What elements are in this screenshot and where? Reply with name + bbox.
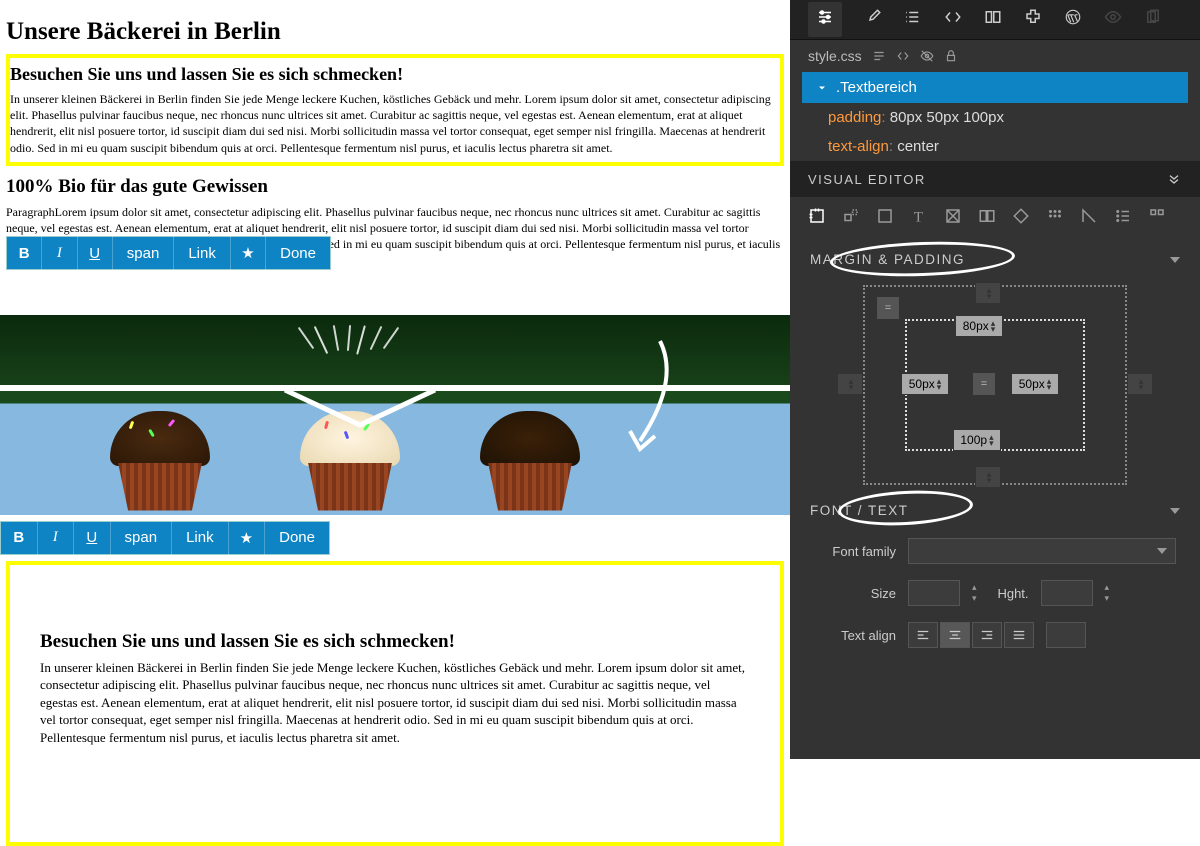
dots-icon[interactable]: [1046, 207, 1064, 230]
tool-icon-row: T: [790, 197, 1200, 240]
sliders-icon[interactable]: [808, 2, 842, 37]
line-height-input[interactable]: [1041, 580, 1093, 606]
font-size-input[interactable]: [908, 580, 960, 606]
star-button[interactable]: ★: [231, 236, 266, 270]
star-button[interactable]: ★: [229, 521, 266, 555]
code-icon[interactable]: [944, 8, 962, 31]
list-icon[interactable]: [904, 8, 922, 31]
italic-button[interactable]: I: [38, 521, 75, 555]
align-left-button[interactable]: [908, 622, 938, 648]
link-button[interactable]: Link: [172, 521, 229, 555]
textbereich-highlight-2[interactable]: Besuchen Sie uns und lassen Sie es sich …: [6, 561, 784, 846]
span-button[interactable]: span: [111, 521, 173, 555]
position-icon[interactable]: [842, 207, 860, 230]
align-center-button[interactable]: [940, 622, 970, 648]
brush-icon[interactable]: [864, 8, 882, 31]
align-extra-input[interactable]: [1046, 622, 1086, 648]
padding-right-input[interactable]: 50px▴▾: [1011, 373, 1059, 395]
padding-top-input[interactable]: 80px▴▾: [955, 315, 1003, 337]
wordpress-icon[interactable]: [1064, 8, 1082, 31]
eye-icon[interactable]: [1104, 8, 1122, 31]
margin-link-toggle[interactable]: =: [877, 297, 899, 319]
margin-right-input[interactable]: ▴▾: [1127, 373, 1153, 395]
underline-button[interactable]: U: [74, 521, 111, 555]
visual-editor-header[interactable]: VISUAL EDITOR: [790, 161, 1200, 197]
collapse-icon[interactable]: [1166, 171, 1182, 187]
code-small-icon[interactable]: [896, 49, 910, 63]
annotation-chevron: [280, 385, 440, 435]
chevron-down-icon: [1170, 257, 1180, 263]
folder-icon[interactable]: [984, 8, 1002, 31]
subheading-3[interactable]: Besuchen Sie uns und lassen Sie es sich …: [40, 631, 750, 653]
list-bullet-icon[interactable]: [1114, 207, 1132, 230]
margin-top-input[interactable]: ▴▾: [975, 282, 1001, 304]
text-align-row: Text align: [790, 614, 1200, 656]
body-text-1[interactable]: In unserer kleinen Bäckerei in Berlin fi…: [10, 91, 780, 156]
angle-icon[interactable]: [1080, 207, 1098, 230]
diamond-icon[interactable]: [1012, 207, 1030, 230]
columns-icon[interactable]: [978, 207, 996, 230]
done-button[interactable]: Done: [266, 236, 330, 270]
css-rule-padding[interactable]: padding: 80px 50px 100px: [802, 103, 1188, 132]
padding-link-toggle[interactable]: =: [973, 373, 995, 395]
lock-icon[interactable]: [944, 49, 958, 63]
chevron-down-icon: [816, 82, 828, 94]
text-icon[interactable]: T: [910, 207, 928, 230]
chevron-down-icon: [1170, 508, 1180, 514]
copy-icon[interactable]: [1144, 8, 1162, 31]
bold-button[interactable]: B: [7, 236, 42, 270]
textbereich-highlight-1[interactable]: Besuchen Sie uns und lassen Sie es sich …: [6, 54, 784, 166]
align-justify-button[interactable]: [1004, 622, 1034, 648]
page-title: Unsere Bäckerei in Berlin: [6, 18, 790, 46]
text-toolbar-2: B I U span Link ★ Done: [0, 521, 330, 555]
subheading-1[interactable]: Besuchen Sie uns und lassen Sie es sich …: [10, 64, 780, 85]
eye-off-icon[interactable]: [920, 49, 934, 63]
subheading-2[interactable]: 100% Bio für das gute Gewissen: [6, 176, 784, 198]
margin-left-input[interactable]: ▴▾: [837, 373, 863, 395]
list-lines-icon[interactable]: [872, 49, 886, 63]
top-icon-bar: [790, 0, 1200, 40]
stylesheet-name: style.css: [808, 48, 862, 64]
css-rule-textalign[interactable]: text-align: center: [802, 132, 1188, 161]
underline-button[interactable]: U: [78, 236, 113, 270]
link-button[interactable]: Link: [174, 236, 231, 270]
font-family-row: Font family: [790, 530, 1200, 572]
bold-button[interactable]: B: [1, 521, 38, 555]
margin-padding-header[interactable]: MARGIN & PADDING: [790, 240, 1200, 279]
box-model-editor: = = ▴▾ ▴▾ ▴▾ ▴▾ 80px▴▾ 50px▴▾ 50px▴▾ 100…: [845, 285, 1145, 485]
grid-icon[interactable]: [944, 207, 962, 230]
font-family-select[interactable]: [908, 538, 1176, 564]
padding-left-input[interactable]: 50px▴▾: [901, 373, 949, 395]
font-text-header[interactable]: FONT / TEXT: [790, 491, 1200, 530]
stylesheet-row[interactable]: style.css: [790, 40, 1200, 72]
layout-icon[interactable]: [808, 207, 826, 230]
more-icon[interactable]: [1148, 207, 1166, 230]
text-toolbar-1: B I U span Link ★ Done: [6, 236, 331, 270]
margin-bottom-input[interactable]: ▴▾: [975, 466, 1001, 488]
body-text-3[interactable]: In unserer kleinen Bäckerei in Berlin fi…: [40, 659, 750, 747]
done-button[interactable]: Done: [265, 521, 329, 555]
svg-text:T: T: [914, 209, 923, 225]
border-icon[interactable]: [876, 207, 894, 230]
font-size-row: Size ▴▾ Hght. ▴▾: [790, 572, 1200, 614]
css-rule-box: .Textbereich padding: 80px 50px 100px te…: [802, 72, 1188, 161]
css-selector[interactable]: .Textbereich: [802, 72, 1188, 103]
editor-canvas: Unsere Bäckerei in Berlin Besuchen Sie u…: [0, 0, 790, 759]
content-image[interactable]: [0, 315, 790, 515]
align-right-button[interactable]: [972, 622, 1002, 648]
inspector-sidebar: style.css .Textbereich padding: 80px 50p…: [790, 0, 1200, 759]
annotation-arrow: [610, 331, 690, 461]
span-button[interactable]: span: [113, 236, 175, 270]
italic-button[interactable]: I: [42, 236, 77, 270]
puzzle-icon[interactable]: [1024, 8, 1042, 31]
padding-bottom-input[interactable]: 100p▴▾: [953, 429, 1001, 451]
